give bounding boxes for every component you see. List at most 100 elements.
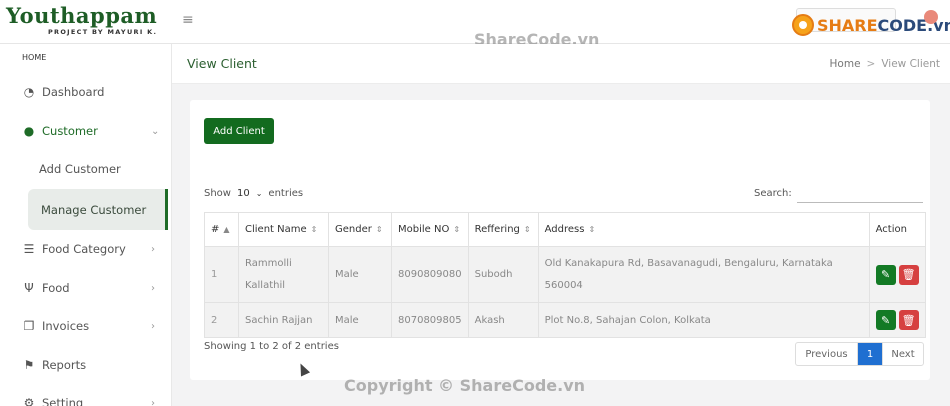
page-header: View Client Home > View Client <box>172 44 950 84</box>
cell-number: 1 <box>204 246 239 303</box>
pagination: Previous 1 Next <box>795 342 924 366</box>
flag-icon: ⚑ <box>23 358 35 372</box>
page-size-value: 10 <box>236 188 250 199</box>
clients-table: # ▲ Client Name ⇕ Gender ⇕ Mobile NO ⇕ Reffe… <box>204 212 926 338</box>
table-row: 1 Rammolli Kallathil Male 8090809080 Sub… <box>204 246 926 303</box>
header-label: Action <box>875 224 907 235</box>
user-icon: ● <box>23 124 35 138</box>
sort-icon: ⇕ <box>588 225 596 234</box>
column-header-client-name[interactable]: Client Name ⇕ <box>238 212 329 247</box>
sort-icon: ⇕ <box>310 225 318 234</box>
sidebar-subitem-add-customer[interactable]: Add Customer <box>39 162 121 176</box>
trash-icon: 🗑 <box>901 268 916 281</box>
sort-icon: ⇕ <box>453 225 461 234</box>
page-title: View Client <box>187 56 257 71</box>
chevron-right-icon: > <box>866 58 876 70</box>
column-header-gender[interactable]: Gender ⇕ <box>328 212 392 247</box>
trash-icon: 🗑 <box>901 313 916 327</box>
cell-client-name: Rammolli Kallathil <box>238 246 329 303</box>
sidebar-subitem-manage-customer[interactable]: Manage Customer <box>28 189 168 230</box>
chevron-right-icon: › <box>151 243 155 255</box>
table-header-row: # ▲ Client Name ⇕ Gender ⇕ Mobile NO ⇕ Reffe… <box>204 212 926 247</box>
delete-button[interactable]: 🗑 <box>898 310 919 330</box>
sidebar-item-label: Customer <box>42 124 98 138</box>
breadcrumb: Home > View Client <box>830 58 940 70</box>
chevron-down-icon: ⌄ <box>255 189 263 198</box>
show-label: Show <box>204 188 231 199</box>
cell-reffering: Subodh <box>467 246 539 303</box>
logo-part-b: CODE.vn <box>877 15 950 35</box>
menu-toggle-icon[interactable]: ≡ <box>182 12 194 28</box>
gear-icon: ⚙ <box>23 396 35 406</box>
breadcrumb-current: View Client <box>881 58 940 70</box>
header-label: Gender <box>335 224 372 235</box>
chevron-down-icon: ⌄ <box>151 125 160 137</box>
pencil-icon: ✎ <box>881 268 891 281</box>
cell-actions: ✎ 🗑 <box>868 302 926 338</box>
sidebar-item-setting[interactable]: ⚙ Setting › <box>0 389 170 406</box>
entries-label: entries <box>268 188 304 199</box>
invoice-icon: ❐ <box>23 319 35 333</box>
sidebar-item-dashboard[interactable]: ◔ Dashboard <box>0 78 170 106</box>
chevron-right-icon: › <box>151 397 155 406</box>
table-info: Showing 1 to 2 of 2 entries <box>204 341 339 352</box>
column-header-action: Action <box>868 212 926 247</box>
edit-button[interactable]: ✎ <box>875 264 896 285</box>
pagination-previous[interactable]: Previous <box>796 343 858 365</box>
table-row: 2 Sachin Rajjan Male 8070809805 Akash Pl… <box>204 302 926 338</box>
breadcrumb-home-link[interactable]: Home <box>830 58 861 70</box>
sidebar-home-heading: HOME <box>22 53 47 62</box>
sidebar-item-invoices[interactable]: ❐ Invoices › <box>0 312 170 340</box>
cell-actions: ✎ 🗑 <box>868 246 926 303</box>
delete-button[interactable]: 🗑 <box>898 264 919 285</box>
page-size-control: Show 10 ⌄ entries <box>204 188 303 199</box>
sharecode-logo-icon <box>792 14 814 36</box>
sort-icon: ⇕ <box>375 225 383 234</box>
dashboard-icon: ◔ <box>23 85 35 99</box>
chevron-right-icon: › <box>151 282 155 294</box>
header-label: Address <box>544 224 585 235</box>
sidebar-item-food[interactable]: Ψ Food › <box>0 274 170 302</box>
cell-address: Old Kanakapura Rd, Basavanagudi, Bengalu… <box>537 246 870 303</box>
list-icon: ☰ <box>23 242 35 256</box>
header-label: Reffering <box>474 224 520 235</box>
utensils-icon: Ψ <box>24 281 34 295</box>
column-header-mobile[interactable]: Mobile NO ⇕ <box>391 212 469 247</box>
brand-logo[interactable]: Youthappam PROJECT BY MAYURI K. <box>6 3 158 37</box>
pagination-next[interactable]: Next <box>882 343 923 365</box>
cell-gender: Male <box>328 302 392 338</box>
sidebar-item-food-category[interactable]: ☰ Food Category › <box>0 235 170 263</box>
sidebar-item-label: Setting <box>42 396 84 406</box>
watermark-bottom: Copyright © ShareCode.vn <box>344 376 586 395</box>
column-header-number[interactable]: # ▲ <box>204 212 239 247</box>
header-label: Client Name <box>245 224 307 235</box>
column-header-reffering[interactable]: Reffering ⇕ <box>467 212 539 247</box>
cell-number: 2 <box>204 302 239 338</box>
cell-address: Plot No.8, Sahajan Colon, Kolkata <box>537 302 870 338</box>
brand-subtitle: PROJECT BY MAYURI K. <box>47 28 158 36</box>
edit-button[interactable]: ✎ <box>875 310 896 330</box>
sidebar-item-customer[interactable]: ● Customer ⌄ <box>0 117 170 145</box>
sidebar-item-reports[interactable]: ⚑ Reports <box>0 351 170 379</box>
search-input[interactable] <box>797 184 923 203</box>
cell-gender: Male <box>328 246 392 303</box>
user-avatar[interactable] <box>924 10 938 24</box>
add-client-button[interactable]: Add Client <box>204 118 274 144</box>
column-header-address[interactable]: Address ⇕ <box>537 212 870 247</box>
brand-name: Youthappam <box>6 3 158 28</box>
pencil-icon: ✎ <box>881 313 891 327</box>
sort-icon: ⇕ <box>523 225 531 234</box>
chevron-right-icon: › <box>151 320 155 332</box>
sidebar-item-label: Dashboard <box>42 85 105 99</box>
sidebar-item-label: Invoices <box>42 319 90 333</box>
pagination-page-1[interactable]: 1 <box>858 343 882 365</box>
sidebar-item-label: Reports <box>42 358 87 372</box>
sidebar-item-label: Food Category <box>42 242 126 256</box>
sidebar: HOME ◔ Dashboard ● Customer ⌄ Add Custom… <box>0 44 172 406</box>
cell-reffering: Akash <box>467 302 539 338</box>
cell-client-name: Sachin Rajjan <box>238 302 329 338</box>
cell-mobile: 8070809805 <box>391 302 469 338</box>
page-size-select[interactable]: 10 ⌄ <box>237 188 262 199</box>
header-label: Mobile NO <box>398 224 450 235</box>
logo-part-a: SHARE <box>817 15 878 35</box>
